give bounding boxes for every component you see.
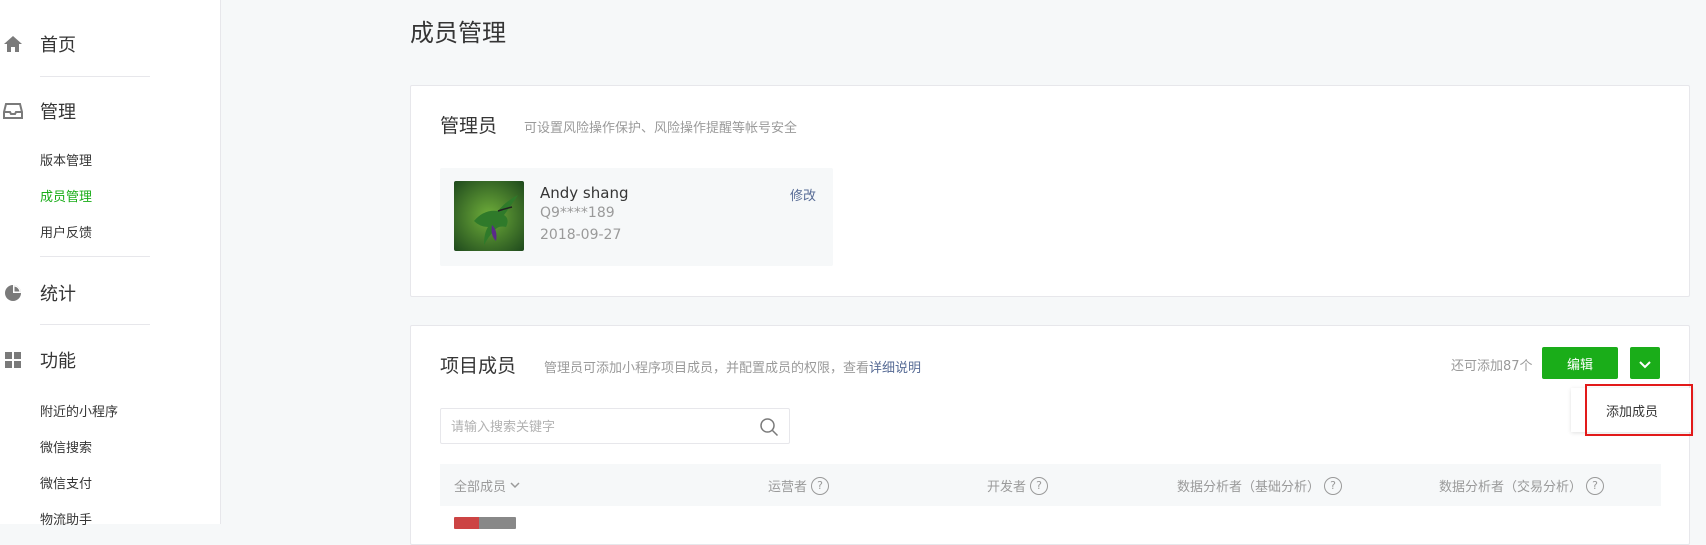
column-developer: 开发者 ? xyxy=(987,476,1049,495)
divider xyxy=(40,76,150,77)
column-label: 数据分析者（交易分析） xyxy=(1439,480,1583,495)
sidebar-item-version[interactable]: 版本管理 xyxy=(40,150,92,169)
members-title: 项目成员 xyxy=(440,355,517,377)
help-icon[interactable]: ? xyxy=(811,476,830,495)
edit-button[interactable]: 编辑 xyxy=(1542,347,1618,379)
home-icon xyxy=(3,34,23,54)
sidebar-item-search[interactable]: 微信搜索 xyxy=(40,437,92,456)
admin-card: 管理员 可设置风险操作保护、风险操作提醒等帐号安全 Andy shang Q9*… xyxy=(410,85,1690,297)
nav-features-label: 功能 xyxy=(40,351,76,372)
search-input[interactable] xyxy=(451,417,741,437)
chevron-down-icon xyxy=(510,478,520,493)
more-dropdown-button[interactable] xyxy=(1630,347,1660,379)
column-operator: 运营者 ? xyxy=(768,476,830,495)
members-desc-text: 管理员可添加小程序项目成员，并配置成员的权限，查看 xyxy=(544,361,870,376)
grid-icon xyxy=(3,350,23,370)
page-title: 成员管理 xyxy=(410,19,506,47)
member-avatar xyxy=(454,517,516,529)
help-icon[interactable]: ? xyxy=(1324,476,1343,495)
sidebar-item-pay[interactable]: 微信支付 xyxy=(40,473,92,492)
nav-manage-label: 管理 xyxy=(40,102,76,123)
sidebar: 首页 管理 版本管理 成员管理 用户反馈 统计 功能 附近的小程序 微信搜索 微… xyxy=(0,0,221,528)
search-icon[interactable] xyxy=(759,417,779,437)
add-member-menu-item[interactable]: 添加成员 xyxy=(1571,388,1693,432)
sidebar-item-nearby[interactable]: 附近的小程序 xyxy=(40,401,118,420)
column-data-basic: 数据分析者（基础分析） ? xyxy=(1177,476,1343,495)
admin-id: Q9****189 xyxy=(540,205,615,221)
avatar xyxy=(454,181,524,251)
edit-admin-link[interactable]: 修改 xyxy=(790,185,816,204)
divider xyxy=(40,324,150,325)
help-icon[interactable]: ? xyxy=(1586,476,1605,495)
admin-title: 管理员 xyxy=(440,115,498,137)
detail-link[interactable]: 详细说明 xyxy=(869,361,921,376)
search-box xyxy=(440,408,790,444)
sidebar-item-feedback[interactable]: 用户反馈 xyxy=(40,222,92,241)
sidebar-item-logistics[interactable]: 物流助手 xyxy=(40,509,92,528)
admin-date: 2018-09-27 xyxy=(540,227,622,243)
column-data-trade: 数据分析者（交易分析） ? xyxy=(1439,476,1605,495)
chevron-down-icon xyxy=(1639,354,1651,373)
pie-chart-icon xyxy=(3,283,23,303)
filter-all-members[interactable]: 全部成员 xyxy=(454,476,520,495)
column-label: 全部成员 xyxy=(454,480,507,495)
table-header: 全部成员 运营者 ? 开发者 ? 数据分析者（基础分析） ? 数据分析者（交易分… xyxy=(440,464,1661,506)
nav-home-label: 首页 xyxy=(40,35,76,56)
divider xyxy=(40,256,150,257)
help-icon[interactable]: ? xyxy=(1030,476,1049,495)
admin-desc: 可设置风险操作保护、风险操作提醒等帐号安全 xyxy=(524,121,798,136)
members-card: 项目成员 管理员可添加小程序项目成员，并配置成员的权限，查看详细说明 还可添加8… xyxy=(410,325,1690,545)
admin-name: Andy shang xyxy=(540,184,629,202)
members-desc: 管理员可添加小程序项目成员，并配置成员的权限，查看详细说明 xyxy=(544,357,921,376)
admin-info-box: Andy shang Q9****189 2018-09-27 修改 xyxy=(440,168,833,266)
inbox-icon xyxy=(3,101,23,121)
remaining-count: 还可添加87个 xyxy=(1451,359,1533,374)
sidebar-item-members[interactable]: 成员管理 xyxy=(40,186,92,205)
dropdown-menu: 添加成员 xyxy=(1571,388,1693,432)
column-label: 开发者 xyxy=(987,480,1027,495)
column-label: 运营者 xyxy=(768,480,808,495)
column-label: 数据分析者（基础分析） xyxy=(1177,480,1321,495)
nav-stats-label: 统计 xyxy=(40,284,76,305)
